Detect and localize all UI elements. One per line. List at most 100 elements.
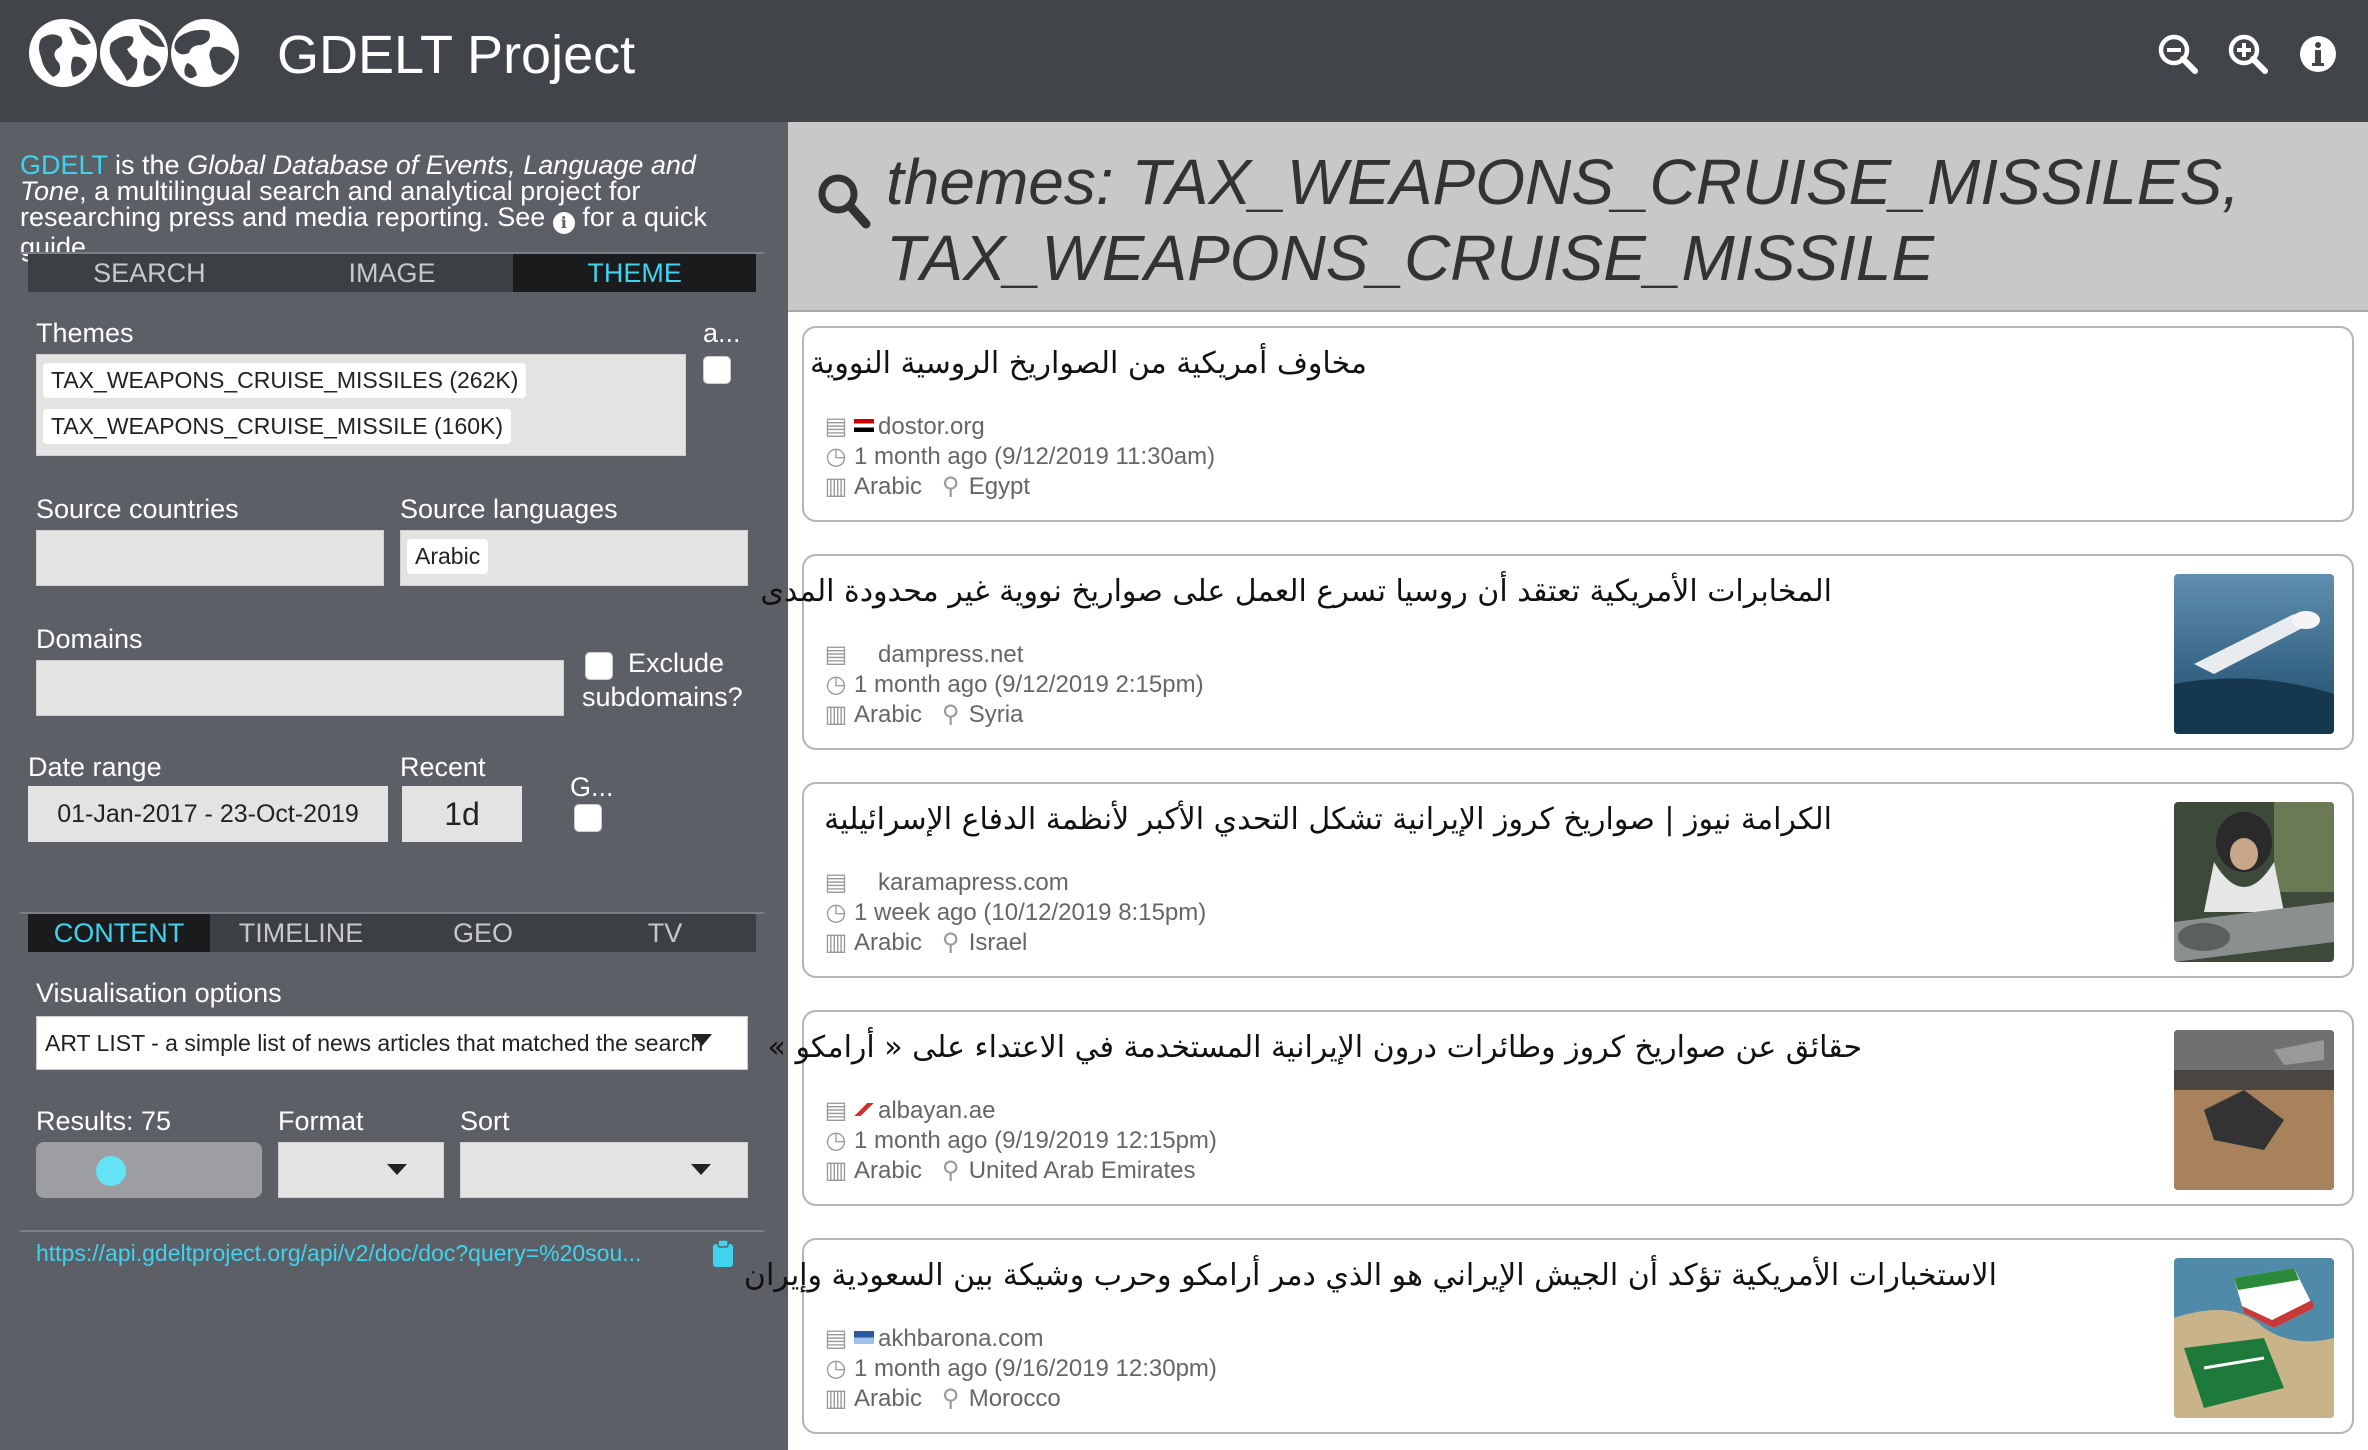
article-card[interactable]: مخاوف أمريكية من الصواريخ الروسية النووي…	[802, 326, 2354, 522]
date-range-input[interactable]: 01-Jan-2017 - 23-Oct-2019	[28, 786, 388, 842]
tab-theme[interactable]: THEME	[513, 254, 757, 292]
language-icon: ▥	[824, 1385, 848, 1412]
chevron-down-icon	[387, 1164, 407, 1175]
chevron-down-icon	[691, 1164, 711, 1175]
map-marker-icon: ⚲	[941, 473, 960, 500]
domains-input[interactable]	[36, 660, 564, 716]
newspaper-icon: ▤	[824, 869, 848, 896]
article-domain[interactable]: dampress.net	[878, 641, 1023, 668]
language-icon: ▥	[824, 473, 848, 500]
article-thumbnail[interactable]	[2174, 1258, 2334, 1418]
query-header: themes: TAX_WEAPONS_CRUISE_MISSILES, TAX…	[788, 122, 2368, 312]
language-icon: ▥	[824, 701, 848, 728]
article-thumbnail[interactable]	[2174, 802, 2334, 962]
chevron-down-icon	[692, 1034, 712, 1046]
date-range-label: Date range	[28, 752, 162, 782]
article-card[interactable]: الاستخبارات الأمريكية تؤكد أن الجيش الإي…	[744, 1238, 2354, 1434]
themes-label: Themes	[36, 318, 134, 348]
clipboard-icon[interactable]	[712, 1240, 734, 1268]
divider	[20, 1230, 764, 1232]
globe-logo[interactable]	[27, 17, 242, 89]
sidebar: GDELT is the Global Database of Events, …	[0, 122, 788, 1450]
visualisation-select[interactable]: ART LIST - a simple list of news article…	[36, 1016, 748, 1070]
info-icon[interactable]	[2296, 32, 2340, 76]
api-url-link[interactable]: https://api.gdeltproject.org/api/v2/doc/…	[36, 1240, 641, 1267]
search-icon	[818, 174, 871, 229]
source-countries-input[interactable]	[36, 530, 384, 586]
tab-content[interactable]: CONTENT	[28, 914, 210, 952]
clock-icon: ◷	[825, 1127, 847, 1154]
article-domain[interactable]: dostor.org	[878, 413, 985, 440]
exclude-subdomains-checkbox[interactable]	[585, 652, 613, 680]
query-text: themes: TAX_WEAPONS_CRUISE_MISSILES, TAX…	[886, 146, 2240, 294]
article-time: ◷ 1 month ago (9/19/2019 12:15pm)	[825, 1127, 1217, 1154]
tab-geo[interactable]: GEO	[392, 914, 574, 952]
map-marker-icon: ⚲	[941, 929, 960, 956]
article-title[interactable]: حقائق عن صواريخ كروز وطائرات درون الإيرا…	[768, 1030, 1862, 1066]
theme-chip[interactable]: TAX_WEAPONS_CRUISE_MISSILES (262K)	[43, 363, 527, 398]
all-themes-label: a...	[703, 318, 741, 348]
all-themes-checkbox[interactable]	[703, 356, 731, 384]
tab-image[interactable]: IMAGE	[271, 254, 514, 292]
article-title[interactable]: الاستخبارات الأمريكية تؤكد أن الجيش الإي…	[744, 1258, 1997, 1294]
article-domain[interactable]: akhbarona.com	[878, 1325, 1043, 1352]
recent-label: Recent	[400, 752, 486, 782]
results-label: Results: 75	[36, 1106, 172, 1136]
output-tabs: CONTENT TIMELINE GEO TV	[28, 914, 756, 952]
language-chip[interactable]: Arabic	[407, 539, 489, 574]
article-title[interactable]: الكرامة نيوز | صواريخ كروز الإيرانية تشك…	[824, 802, 1832, 838]
article-lang-country: ▥ Arabic ⚲ Israel	[824, 929, 1028, 956]
article-time: ◷ 1 month ago (9/12/2019 2:15pm)	[825, 671, 1204, 698]
article-source: ▤ dampress.net	[824, 640, 1024, 670]
tab-search[interactable]: SEARCH	[28, 254, 271, 292]
article-card[interactable]: الكرامة نيوز | صواريخ كروز الإيرانية تشك…	[802, 782, 2354, 978]
article-domain[interactable]: albayan.ae	[878, 1097, 995, 1124]
clock-icon: ◷	[825, 443, 847, 470]
sort-select[interactable]	[460, 1142, 748, 1198]
theme-chip[interactable]: TAX_WEAPONS_CRUISE_MISSILE (160K)	[43, 409, 512, 444]
article-thumbnail[interactable]	[2174, 574, 2334, 734]
format-label: Format	[278, 1106, 364, 1136]
article-lang-country: ▥ Arabic ⚲ Egypt	[824, 473, 1031, 500]
newspaper-icon: ▤	[824, 1097, 848, 1124]
globe-icon	[171, 19, 239, 87]
article-time: ◷ 1 month ago (9/16/2019 12:30pm)	[825, 1355, 1217, 1382]
article-time: ◷ 1 month ago (9/12/2019 11:30am)	[825, 443, 1216, 470]
article-source: ▤ albayan.ae	[824, 1096, 996, 1126]
results-slider[interactable]	[36, 1142, 262, 1198]
newspaper-icon: ▤	[824, 1325, 848, 1352]
recent-input[interactable]: 1d	[402, 786, 522, 842]
article-card[interactable]: حقائق عن صواريخ كروز وطائرات درون الإيرا…	[768, 1010, 2354, 1206]
newspaper-icon: ▤	[824, 641, 848, 668]
source-languages-input[interactable]: Arabic	[400, 530, 748, 586]
tab-tv[interactable]: TV	[574, 914, 756, 952]
clock-icon: ◷	[825, 671, 847, 698]
intro-text: GDELT is the Global Database of Events, …	[20, 150, 707, 262]
themes-input[interactable]: TAX_WEAPONS_CRUISE_MISSILES (262K) TAX_W…	[36, 354, 686, 456]
clock-icon: ◷	[825, 1355, 847, 1382]
app-header: GDELT Project	[0, 0, 2368, 122]
article-thumbnail[interactable]	[2174, 1030, 2334, 1190]
exclude-label: Exclude	[628, 648, 725, 678]
article-title[interactable]: مخاوف أمريكية من الصواريخ الروسية النووي…	[810, 346, 1367, 382]
globe-icon	[100, 19, 168, 87]
article-domain[interactable]: karamapress.com	[878, 869, 1069, 896]
newspaper-icon: ▤	[824, 413, 848, 440]
article-lang-country: ▥ Arabic ⚲ Morocco	[824, 1385, 1061, 1412]
article-title[interactable]: المخابرات الأمريكية تعتقد أن روسيا تسرع …	[760, 574, 1832, 610]
search-mode-tabs: SEARCH IMAGE THEME	[28, 254, 757, 292]
article-time: ◷ 1 week ago (10/12/2019 8:15pm)	[825, 899, 1207, 926]
article-lang-country: ▥ Arabic ⚲ Syria	[824, 701, 1024, 728]
tab-timeline[interactable]: TIMELINE	[210, 914, 392, 952]
zoom-in-icon[interactable]	[2226, 32, 2270, 76]
zoom-out-icon[interactable]	[2156, 32, 2200, 76]
format-select[interactable]	[278, 1142, 444, 1198]
globe-icon	[29, 19, 97, 87]
info-icon[interactable]: i	[552, 212, 575, 234]
slider-knob[interactable]	[96, 1156, 126, 1186]
flag-icon	[854, 1103, 874, 1116]
flag-icon	[854, 1331, 874, 1344]
article-card[interactable]: المخابرات الأمريكية تعتقد أن روسيا تسرع …	[760, 554, 2354, 750]
language-icon: ▥	[824, 929, 848, 956]
g-checkbox[interactable]	[574, 804, 602, 832]
